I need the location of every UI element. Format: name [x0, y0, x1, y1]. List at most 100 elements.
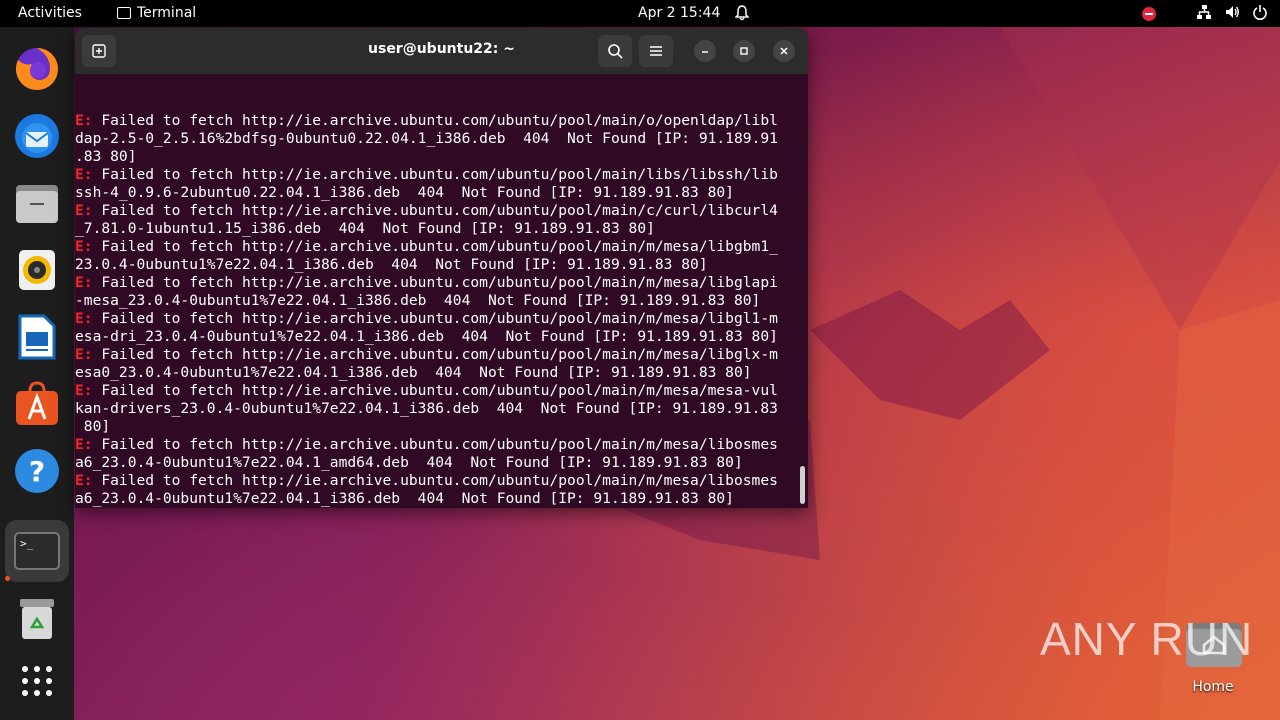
- line-text: Failed to fetch http://ie.archive.ubuntu…: [92, 382, 778, 399]
- dock-firefox[interactable]: [5, 38, 69, 100]
- error-prefix: E:: [75, 436, 93, 453]
- line-text: 80]: [75, 418, 111, 435]
- terminal-output[interactable]: E: Failed to fetch http://ie.archive.ubu…: [75, 74, 800, 508]
- folder-icon: [16, 185, 58, 223]
- line-text: _7.81.0-1ubuntu1.15_i386.deb 404 Not Fou…: [75, 220, 655, 237]
- terminal-line: E: Failed to fetch http://ie.archive.ubu…: [75, 274, 800, 292]
- terminal-line: E: Failed to fetch http://ie.archive.ubu…: [75, 238, 800, 256]
- terminal-line: dap-2.5-0_2.5.16%2bdfsg-0ubuntu0.22.04.1…: [75, 130, 800, 148]
- terminal-line: 80]: [75, 418, 800, 436]
- terminal-line: E: Failed to fetch http://ie.archive.ubu…: [75, 166, 800, 184]
- trash-icon: [20, 599, 54, 639]
- dock-thunderbird[interactable]: [5, 105, 69, 167]
- svg-text:>_: >_: [20, 537, 34, 550]
- dock-help[interactable]: ?: [5, 440, 69, 502]
- dock-app-center[interactable]: [5, 373, 69, 435]
- system-tray[interactable]: [1142, 4, 1268, 24]
- line-text: Failed to fetch http://ie.archive.ubuntu…: [92, 112, 778, 129]
- line-text: Failed to fetch http://ie.archive.ubuntu…: [92, 436, 778, 453]
- focused-app-label: Terminal: [137, 5, 197, 21]
- terminal-app-icon: [117, 7, 131, 19]
- firefox-icon: [15, 48, 58, 90]
- terminal-line: a6_23.0.4-0ubuntu1%7e22.04.1_i386.deb 40…: [75, 490, 800, 508]
- error-prefix: E:: [75, 274, 93, 291]
- terminal-line: .83 80]: [75, 148, 800, 166]
- dock-files[interactable]: [5, 172, 69, 234]
- error-prefix: E:: [75, 166, 93, 183]
- maximize-button[interactable]: [733, 40, 755, 62]
- network-icon: [1196, 4, 1212, 24]
- dock-rhythmbox[interactable]: [5, 239, 69, 301]
- terminal-line: 23.0.4-0ubuntu1%7e22.04.1_i386.deb 404 N…: [75, 256, 800, 274]
- notification-bell-icon: [734, 5, 750, 25]
- error-prefix: E:: [75, 346, 93, 363]
- clock[interactable]: Apr 2 15:44: [638, 5, 720, 21]
- activities-button[interactable]: Activities: [18, 5, 82, 21]
- terminal-line: -mesa_23.0.4-0ubuntu1%7e22.04.1_i386.deb…: [75, 292, 800, 310]
- terminal-line: kan-drivers_23.0.4-0ubuntu1%7e22.04.1_i3…: [75, 400, 800, 418]
- volume-icon: [1224, 4, 1240, 24]
- maximize-icon: [740, 47, 748, 55]
- close-button[interactable]: [773, 40, 795, 62]
- line-text: esa0_23.0.4-0ubuntu1%7e22.04.1_i386.deb …: [75, 364, 752, 381]
- top-bar: Activities Terminal Apr 2 15:44: [0, 0, 1280, 27]
- line-text: Failed to fetch http://ie.archive.ubuntu…: [92, 346, 778, 363]
- line-text: esa-dri_23.0.4-0ubuntu1%7e22.04.1_i386.d…: [75, 328, 778, 345]
- menu-button[interactable]: [639, 35, 673, 67]
- error-prefix: E:: [75, 382, 93, 399]
- error-prefix: E:: [75, 202, 93, 219]
- hamburger-menu-icon: [650, 46, 662, 56]
- home-folder-label: Home: [1192, 679, 1234, 695]
- close-icon: [780, 47, 788, 55]
- error-prefix: E:: [75, 238, 93, 255]
- line-text: -mesa_23.0.4-0ubuntu1%7e22.04.1_i386.deb…: [75, 292, 761, 309]
- line-text: .83 80]: [75, 148, 137, 165]
- writer-document-icon: [18, 314, 56, 360]
- recording-indicator-icon[interactable]: [1142, 7, 1156, 21]
- app-center-icon: [16, 381, 58, 425]
- terminal-line: E: Failed to fetch http://ie.archive.ubu…: [75, 112, 800, 130]
- search-button[interactable]: [598, 35, 632, 67]
- terminal-line: esa-dri_23.0.4-0ubuntu1%7e22.04.1_i386.d…: [75, 328, 800, 346]
- terminal-scrollbar[interactable]: [800, 466, 805, 504]
- speaker-icon: [19, 250, 55, 290]
- watermark-text: ANY RUN: [1040, 613, 1254, 665]
- line-text: Failed to fetch http://ie.archive.ubuntu…: [92, 166, 778, 183]
- terminal-headerbar[interactable]: user@ubuntu22: ~: [75, 28, 808, 74]
- thunderbird-icon: [15, 114, 59, 158]
- error-prefix: E:: [75, 472, 93, 489]
- terminal-line: a6_23.0.4-0ubuntu1%7e22.04.1_amd64.deb 4…: [75, 454, 800, 472]
- app-grid-icon: [22, 666, 52, 696]
- dock-terminal[interactable]: >_: [5, 520, 69, 582]
- terminal-line: E: Failed to fetch http://ie.archive.ubu…: [75, 202, 800, 220]
- line-text: ssh-4_0.9.6-2ubuntu0.22.04.1_i386.deb 40…: [75, 184, 734, 201]
- line-text: 23.0.4-0ubuntu1%7e22.04.1_i386.deb 404 N…: [75, 256, 708, 273]
- line-text: kan-drivers_23.0.4-0ubuntu1%7e22.04.1_i3…: [75, 400, 778, 417]
- power-icon: [1252, 4, 1268, 24]
- terminal-line: ssh-4_0.9.6-2ubuntu0.22.04.1_i386.deb 40…: [75, 184, 800, 202]
- minimize-icon: [702, 51, 708, 53]
- dock-libreoffice-writer[interactable]: [5, 306, 69, 368]
- dock: ? >_: [0, 27, 74, 720]
- terminal-line: _7.81.0-1ubuntu1.15_i386.deb 404 Not Fou…: [75, 220, 800, 238]
- dock-show-apps[interactable]: [5, 650, 69, 712]
- line-text: dap-2.5-0_2.5.16%2bdfsg-0ubuntu0.22.04.1…: [75, 130, 778, 147]
- line-text: Failed to fetch http://ie.archive.ubuntu…: [92, 202, 778, 219]
- line-text: a6_23.0.4-0ubuntu1%7e22.04.1_amd64.deb 4…: [75, 454, 743, 471]
- search-icon: [608, 44, 623, 59]
- terminal-line: E: Failed to fetch http://ie.archive.ubu…: [75, 310, 800, 328]
- error-prefix: E:: [75, 310, 93, 327]
- focused-app-menu[interactable]: Terminal: [117, 5, 196, 21]
- line-text: Failed to fetch http://ie.archive.ubuntu…: [92, 472, 778, 489]
- line-text: Failed to fetch http://ie.archive.ubuntu…: [92, 274, 778, 291]
- dock-trash[interactable]: [5, 588, 69, 650]
- error-prefix: E:: [75, 112, 93, 129]
- svg-text:?: ?: [29, 455, 45, 488]
- line-text: Failed to fetch http://ie.archive.ubuntu…: [92, 238, 778, 255]
- minimize-button[interactable]: [694, 40, 716, 62]
- terminal-window[interactable]: user@ubuntu22: ~ E: Failed to fetch http…: [75, 28, 808, 508]
- running-indicator: [5, 576, 10, 581]
- line-text: Failed to fetch http://ie.archive.ubuntu…: [92, 310, 778, 327]
- terminal-line: E: Failed to fetch http://ie.archive.ubu…: [75, 382, 800, 400]
- line-text: a6_23.0.4-0ubuntu1%7e22.04.1_i386.deb 40…: [75, 490, 734, 507]
